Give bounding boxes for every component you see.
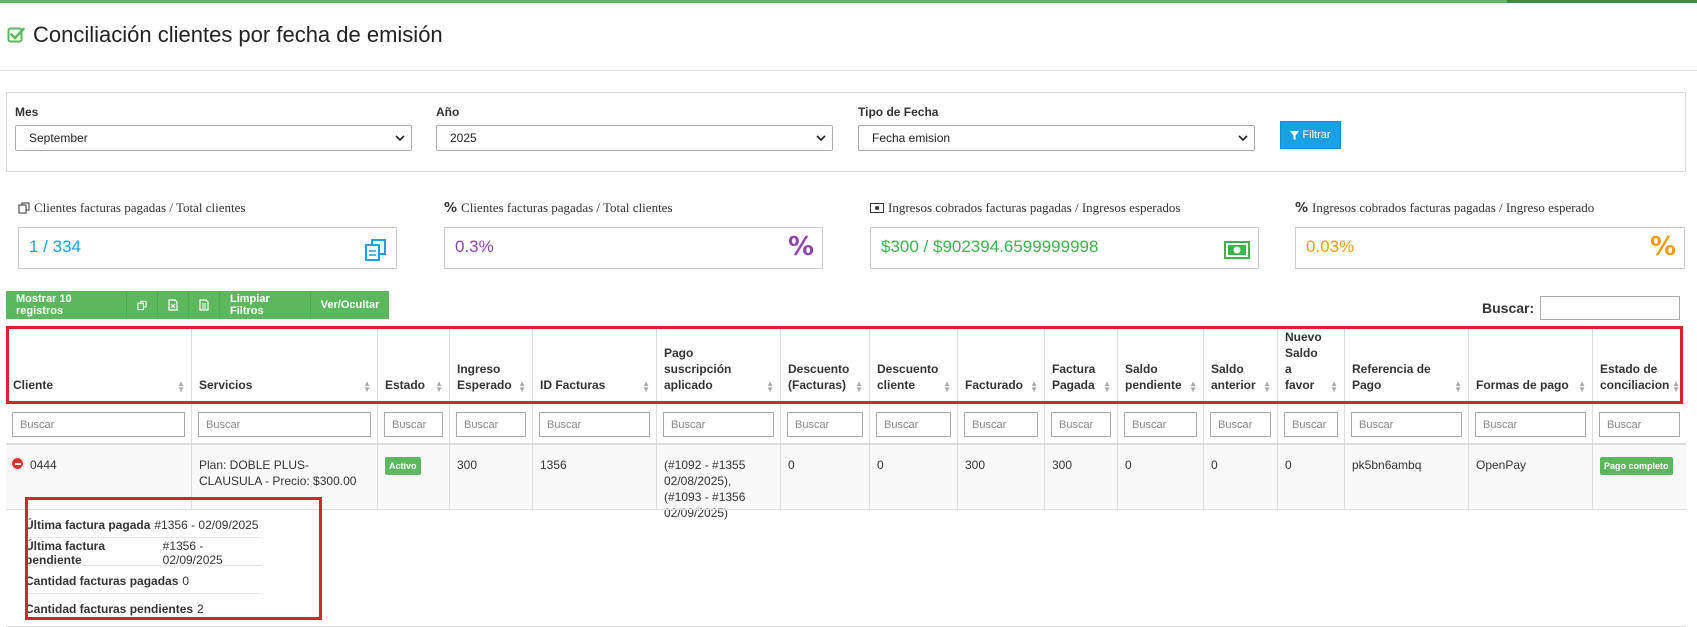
- column-filter-input[interactable]: Buscar: [1124, 412, 1197, 437]
- status-badge: Activo: [385, 457, 421, 475]
- column-filter-input[interactable]: Buscar: [12, 412, 185, 437]
- percent-icon: %: [1649, 232, 1676, 262]
- header-highlight-box: [6, 326, 1683, 404]
- excel-button[interactable]: [158, 291, 189, 319]
- stat-paid-clients-percent: % Clientes facturas pagadas / Total clie…: [444, 200, 823, 269]
- page-title: Conciliación clientes por fecha de emisi…: [33, 22, 443, 47]
- details-highlight-box: [25, 497, 322, 620]
- stat-label: Ingresos cobrados facturas pagadas / Ing…: [1312, 200, 1595, 215]
- show-records-button[interactable]: Mostrar 10 registros: [6, 291, 127, 319]
- column-filter-input[interactable]: Buscar: [198, 412, 371, 437]
- reconciliation-badge: Pago completo: [1600, 457, 1673, 475]
- column-filter-input[interactable]: Buscar: [456, 412, 526, 437]
- chevron-down-icon: [1238, 135, 1248, 142]
- stat-value: 1 / 334: [29, 237, 81, 256]
- search-label: Buscar:: [1482, 300, 1535, 316]
- percent-icon: %: [787, 232, 814, 262]
- column-filter-input[interactable]: Buscar: [1051, 412, 1111, 437]
- column-filter-input[interactable]: Buscar: [964, 412, 1038, 437]
- month-filter: Mes September: [15, 105, 412, 151]
- month-label: Mes: [15, 105, 39, 119]
- chevron-down-icon: [816, 135, 826, 142]
- column-filter-input[interactable]: Buscar: [1210, 412, 1271, 437]
- date-type-label: Tipo de Fecha: [858, 105, 939, 119]
- column-filter-input[interactable]: Buscar: [539, 412, 650, 437]
- year-filter: Año 2025: [436, 105, 833, 151]
- date-type-select[interactable]: Fecha emision: [858, 125, 1255, 151]
- file-text-icon: [199, 299, 209, 311]
- stat-income: Ingresos cobrados facturas pagadas / Ing…: [870, 200, 1259, 269]
- column-filter-input[interactable]: Buscar: [1351, 412, 1462, 437]
- money-icon: [1224, 241, 1250, 259]
- table-toolbar: Mostrar 10 registros Limpiar Filtros Ver…: [6, 291, 389, 319]
- percent-icon: %: [1295, 200, 1309, 216]
- stat-label: Clientes facturas pagadas / Total client…: [34, 200, 246, 215]
- column-filter-input[interactable]: Buscar: [1284, 412, 1338, 437]
- date-type-filter: Tipo de Fecha Fecha emision: [858, 105, 1255, 151]
- stat-income-percent: % Ingresos cobrados facturas pagadas / I…: [1295, 200, 1685, 269]
- toggle-columns-button[interactable]: Ver/Ocultar: [311, 291, 389, 319]
- year-label: Año: [436, 105, 460, 119]
- money-icon: [870, 203, 884, 213]
- column-filter-input[interactable]: Buscar: [1475, 412, 1586, 437]
- funnel-icon: [1290, 130, 1300, 140]
- column-filter-input[interactable]: Buscar: [787, 412, 863, 437]
- file-excel-icon: [168, 299, 178, 311]
- stat-label: Clientes facturas pagadas / Total client…: [461, 200, 673, 215]
- copy-button[interactable]: [127, 291, 158, 319]
- stat-value: $300 / $902394.6599999998: [881, 237, 1099, 256]
- column-filter-input[interactable]: Buscar: [384, 412, 443, 437]
- column-filter-input[interactable]: Buscar: [1599, 412, 1680, 437]
- filter-button[interactable]: Filtrar: [1280, 121, 1341, 149]
- search-input[interactable]: [1540, 296, 1681, 320]
- collapse-row-icon[interactable]: [11, 457, 24, 470]
- column-filter-input[interactable]: Buscar: [876, 412, 951, 437]
- stat-paid-clients: Clientes facturas pagadas / Total client…: [18, 200, 397, 269]
- copy-icon: [365, 239, 386, 261]
- table-search: Buscar:: [1482, 296, 1681, 320]
- percent-icon: %: [444, 200, 458, 216]
- copy-icon: [137, 300, 147, 310]
- top-accent-bar: [0, 0, 1697, 3]
- stat-value: 0.3%: [455, 237, 494, 256]
- clear-filters-button[interactable]: Limpiar Filtros: [220, 291, 311, 319]
- stat-label: Ingresos cobrados facturas pagadas / Ing…: [888, 200, 1181, 215]
- filter-panel: Mes September Año 2025 Tipo de Fecha Fec…: [6, 92, 1686, 172]
- year-select[interactable]: 2025: [436, 125, 833, 151]
- month-select[interactable]: September: [15, 125, 412, 151]
- chevron-down-icon: [395, 135, 405, 142]
- copy-icon: [18, 202, 30, 214]
- csv-button[interactable]: [189, 291, 220, 319]
- check-square-icon: [7, 27, 25, 43]
- page-header: Conciliación clientes por fecha de emisi…: [7, 22, 443, 48]
- stat-value: 0.03%: [1306, 237, 1355, 256]
- header-divider: [0, 70, 1697, 71]
- column-filter-input[interactable]: Buscar: [663, 412, 774, 437]
